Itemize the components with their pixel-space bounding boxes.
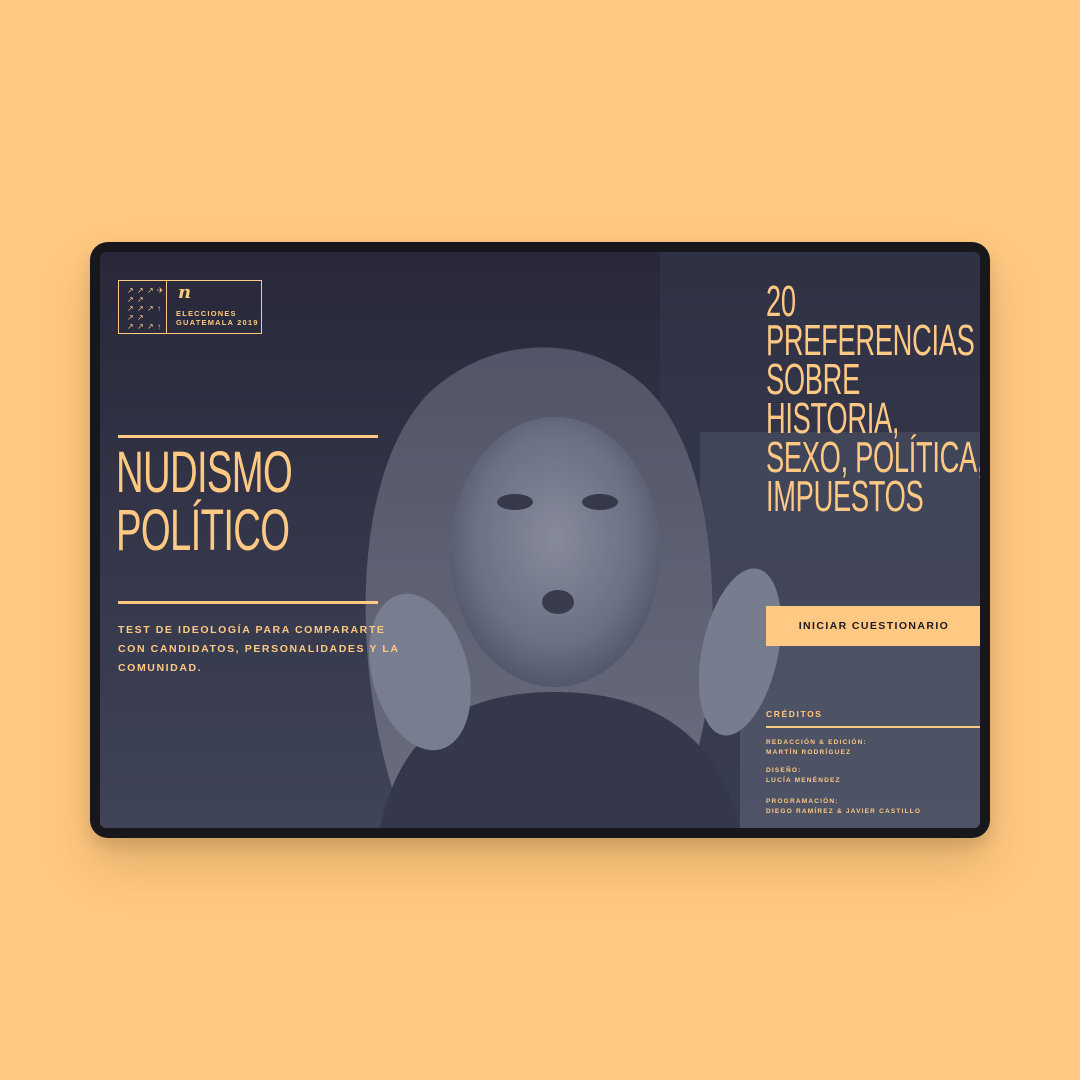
topics-heading: 20 PREFERENCIAS SOBRE HISTORIA, SEXO, PO… bbox=[766, 280, 980, 521]
start-questionnaire-button[interactable]: INICIAR CUESTIONARIO bbox=[766, 606, 980, 646]
logo-monogram-sub bbox=[179, 301, 261, 305]
logo-arrow-icon bbox=[147, 296, 155, 304]
logo-arrow-icon: ↗ bbox=[127, 304, 134, 313]
logo-arrow-icon: ↗ bbox=[147, 322, 154, 331]
title-line-2: POLÍTICO bbox=[116, 498, 290, 563]
logo-arrow-icon: ↗ bbox=[137, 313, 144, 322]
logo-line-1: ELECCIONES bbox=[176, 309, 237, 318]
title-top-rule bbox=[118, 435, 378, 438]
logo-line-2: GUATEMALA 2019 bbox=[176, 318, 259, 327]
logo-arrow-icon: ↗ bbox=[147, 286, 154, 295]
credit-item: REDACCIÓN & EDICIÓN: MARTÍN RODRÍGUEZ bbox=[766, 738, 980, 758]
logo-arrow-icon: ↑ bbox=[157, 304, 161, 313]
credits-heading: CRÉDITOS bbox=[766, 709, 823, 719]
page-subtitle: TEST DE IDEOLOGÍA PARA COMPARARTE CON CA… bbox=[118, 624, 400, 674]
device-frame: ↗ ↗ ↗ ✈ ↗ ↗ ↗ ↗ ↗ ↑ ↗ ↗ ↗ ↗ ↗ ↑ n ELECCIONES GUATEMALA … bbox=[90, 242, 990, 838]
logo-arrow-icon bbox=[157, 296, 165, 304]
title-bottom-rule bbox=[118, 601, 378, 604]
credits-rule bbox=[766, 726, 980, 728]
credit-role: DISEÑO: bbox=[766, 767, 802, 774]
logo-arrow-icon: ↗ bbox=[127, 286, 134, 295]
logo-arrow-icon: ↗ bbox=[127, 322, 134, 331]
credit-item: DISEÑO: LUCÍA MENÉNDEZ bbox=[766, 766, 980, 786]
logo-arrow-icon: ↗ bbox=[127, 313, 134, 322]
topics-line: IMPUESTOS bbox=[766, 472, 924, 521]
logo-arrow-icon bbox=[157, 314, 165, 322]
logo-arrow-icon bbox=[147, 314, 155, 322]
logo-arrow-icon: ↗ bbox=[137, 295, 144, 304]
screen: ↗ ↗ ↗ ✈ ↗ ↗ ↗ ↗ ↗ ↑ ↗ ↗ ↗ ↗ ↗ ↑ n ELECCIONES GUATEMALA … bbox=[100, 252, 980, 828]
credit-role: PROGRAMACIÓN: bbox=[766, 798, 839, 805]
logo-arrow-icon: ↑ bbox=[157, 322, 161, 331]
logo-arrow-icon: ↗ bbox=[147, 304, 154, 313]
credit-item: PROGRAMACIÓN: DIEGO RAMÍREZ & JAVIER CAS… bbox=[766, 797, 980, 817]
logo-arrow-icon: ↗ bbox=[127, 295, 134, 304]
nomada-logo-icon: n bbox=[178, 282, 192, 303]
logo-arrow-icon: ↗ bbox=[137, 286, 144, 295]
credit-name: DIEGO RAMÍREZ & JAVIER CASTILLO bbox=[766, 808, 922, 815]
page-title: NUDISMO POLÍTICO bbox=[116, 444, 314, 560]
credit-name: MARTÍN RODRÍGUEZ bbox=[766, 749, 852, 756]
credit-role: REDACCIÓN & EDICIÓN: bbox=[766, 739, 867, 746]
arrows-grid-icon: ↗ ↗ ↗ ✈ ↗ ↗ ↗ ↗ ↗ ↑ ↗ ↗ ↗ ↗ ↗ ↑ bbox=[119, 281, 167, 333]
logo-arrow-icon: ↗ bbox=[137, 304, 144, 313]
elecciones-logo[interactable]: ↗ ↗ ↗ ✈ ↗ ↗ ↗ ↗ ↗ ↑ ↗ ↗ ↗ ↗ ↗ ↑ n ELECCIONES GUATEMALA … bbox=[118, 280, 262, 334]
title-line-1: NUDISMO bbox=[116, 440, 293, 505]
logo-arrow-icon: ✈ bbox=[157, 286, 164, 295]
logo-arrow-icon: ↗ bbox=[137, 322, 144, 331]
credit-name: LUCÍA MENÉNDEZ bbox=[766, 777, 841, 784]
